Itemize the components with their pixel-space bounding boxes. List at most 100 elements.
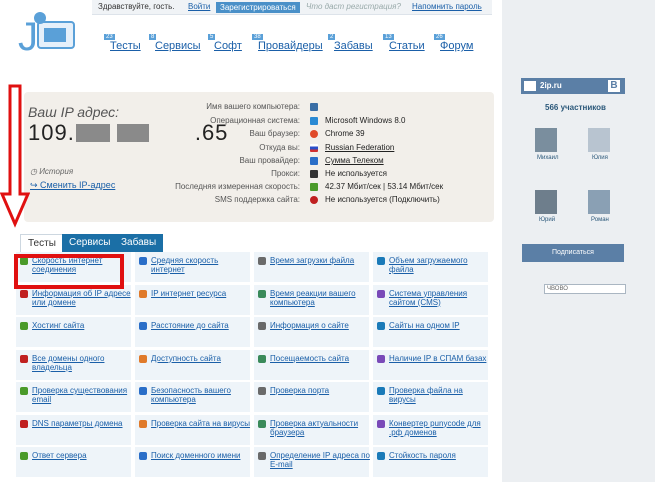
avatar-name: Михаил	[537, 155, 559, 161]
avatar[interactable]	[535, 128, 557, 152]
site-logo[interactable]: J	[18, 8, 80, 59]
tool-label: Информация об IP адресе или домене	[32, 288, 131, 307]
tool-label: Конвертер punycode для .рф доменов	[389, 418, 481, 437]
tool-link[interactable]: Проверка сайта на вирусы	[135, 414, 251, 445]
history-link[interactable]: ◷ История	[30, 167, 73, 176]
tool-link[interactable]: Безопасность вашего компьютера	[135, 382, 250, 412]
tool-link[interactable]: Расстояние до сайта	[135, 317, 250, 347]
tool-icon	[20, 354, 28, 363]
tool-label: Хостинг сайта	[32, 321, 85, 330]
tab-zabavy[interactable]: Забавы	[114, 234, 164, 252]
tool-label: Поиск доменного имени	[151, 451, 241, 460]
ip-mask-1	[76, 124, 110, 142]
tool-link[interactable]: Ответ сервера	[16, 447, 131, 477]
tool-icon	[139, 289, 147, 298]
tool-label: Средняя скорость интернет	[151, 256, 219, 274]
provider-icon	[310, 157, 318, 165]
tool-label: Все домены одного владельца	[32, 353, 105, 372]
info-row-location: Откуда вы: Russian Federation	[259, 143, 395, 152]
info-row-os: Операционная система: Microsoft Windows 8…	[210, 116, 406, 125]
flag-icon	[310, 144, 318, 152]
nav-zabavy[interactable]: 2 Забавы	[328, 34, 373, 52]
tab-tests[interactable]: Тесты	[20, 234, 64, 253]
tool-icon	[258, 419, 266, 428]
clock-icon: ◷	[30, 167, 40, 176]
tool-link[interactable]: IP интернет ресурса	[135, 284, 250, 315]
tool-link[interactable]: Поиск доменного имени	[135, 447, 250, 477]
tool-link[interactable]: DNS параметры домена	[16, 414, 131, 445]
tool-icon	[20, 387, 28, 395]
tool-label: Объем загружаемого файла	[389, 256, 468, 274]
tool-icon	[377, 452, 385, 460]
change-ip-link[interactable]: ↪ Сменить IP-адрес	[30, 180, 115, 191]
tool-icon	[258, 354, 266, 363]
tool-link[interactable]: Время реакции вашего компьютера	[254, 284, 369, 315]
avatar[interactable]	[588, 128, 610, 152]
nav-tests[interactable]: 23 Тесты	[104, 34, 141, 52]
nav-services[interactable]: 8 Сервисы	[149, 34, 201, 52]
tool-link[interactable]: Сайты на одном IP	[373, 317, 488, 347]
tool-icon	[377, 354, 385, 363]
tab-services[interactable]: Сервисы	[62, 234, 118, 252]
info-row-speed: Последняя измеренная скорость: 42.37 Мбит…	[175, 182, 444, 191]
tool-label: Проверка порта	[270, 386, 330, 395]
stop-icon	[310, 196, 318, 204]
tool-link[interactable]: Конвертер punycode для .рф доменов	[373, 414, 488, 445]
info-row-computer-name: Имя вашего компьютера:	[150, 102, 480, 113]
tool-link[interactable]: Доступность сайта	[135, 349, 250, 380]
info-row-provider: Ваш провайдер: Сумма Телеком	[239, 156, 384, 165]
speed-icon	[310, 183, 318, 191]
tool-icon	[139, 354, 147, 363]
tool-link[interactable]: Время загрузки файла	[254, 252, 369, 282]
glasses-icon	[310, 170, 318, 178]
tool-link[interactable]: Средняя скорость интернет	[135, 252, 250, 282]
tool-link[interactable]: Проверка существования email	[16, 382, 131, 412]
tool-link[interactable]: Объем загружаемого файла	[373, 252, 488, 282]
tool-link[interactable]: Стойкость пароля	[373, 447, 488, 477]
tool-label: Стойкость пароля	[389, 451, 456, 460]
vk-member-count: 566 участников	[545, 103, 606, 112]
tool-icon	[139, 257, 147, 265]
nav-soft[interactable]: 5 Софт	[208, 34, 242, 52]
tool-link[interactable]: Определение IP адреса по E-mail	[254, 447, 370, 477]
tool-label: Безопасность вашего компьютера	[151, 386, 231, 404]
avatar[interactable]	[588, 190, 610, 214]
why-register-link[interactable]: Что даст регистрация?	[306, 2, 401, 11]
tool-icon	[139, 452, 147, 460]
tool-label: IP интернет ресурса	[151, 288, 227, 298]
tool-link[interactable]: Система управления сайтом (CMS)	[373, 284, 488, 315]
tool-link[interactable]: Все домены одного владельца	[16, 349, 131, 380]
chrome-icon	[310, 130, 318, 138]
tool-icon	[258, 452, 266, 460]
tool-link[interactable]: Проверка актуальности браузера	[254, 414, 369, 445]
nav-articles[interactable]: 13 Статьи	[383, 34, 425, 52]
vk-search-field[interactable]: ЧВОВО	[544, 284, 626, 294]
tool-link[interactable]: Проверка файла на вирусы	[373, 382, 488, 412]
login-link[interactable]: Войти	[188, 2, 210, 11]
ip-label: Ваш IP адрес:	[28, 104, 120, 120]
tool-link[interactable]: Информация об IP адресе или домене	[16, 284, 131, 315]
tool-label: Проверка актуальности браузера	[270, 418, 359, 437]
tool-link[interactable]: Информация о сайте	[254, 317, 369, 347]
remind-password-link[interactable]: Напомнить пароль	[412, 2, 482, 11]
tool-label: Расстояние до сайта	[151, 321, 229, 330]
nav-providers[interactable]: 38 Провайдеры	[252, 34, 323, 52]
greeting-text: Здравствуйте, гость.	[98, 2, 175, 11]
tool-icon	[20, 452, 28, 460]
tool-label: Время реакции вашего компьютера	[270, 288, 356, 307]
register-button[interactable]: Зарегистрироваться	[216, 2, 300, 13]
tool-icon	[20, 289, 28, 298]
tool-label: Проверка сайта на вирусы	[151, 418, 251, 428]
tool-label: Время загрузки файла	[270, 256, 355, 265]
avatar[interactable]	[535, 190, 557, 214]
tool-link[interactable]: Проверка порта	[254, 382, 369, 412]
tool-link[interactable]: Посещаемость сайта	[254, 349, 369, 380]
tool-icon	[377, 289, 385, 298]
subscribe-button[interactable]: Подписаться	[522, 244, 624, 262]
tool-link[interactable]: Хостинг сайта	[16, 317, 131, 347]
vk-group-name[interactable]: 2ip.ru	[540, 81, 562, 90]
tool-link[interactable]: Наличие IP в СПАМ базах	[373, 349, 488, 380]
tool-icon	[20, 419, 28, 428]
nav-forum[interactable]: 26 Форум	[434, 34, 473, 52]
tool-icon	[377, 257, 385, 265]
